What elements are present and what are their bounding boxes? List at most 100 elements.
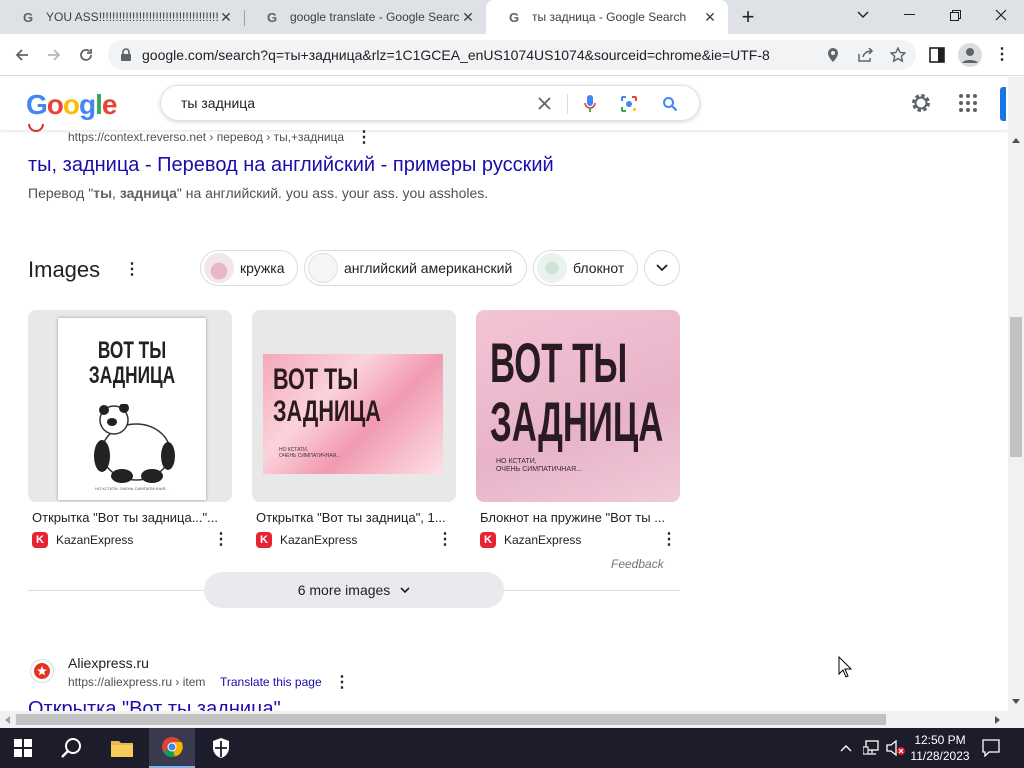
search-icon [61, 738, 81, 758]
notification-center-icon[interactable] [982, 739, 1000, 757]
close-tab-icon[interactable]: ✕ [702, 9, 718, 25]
google-favicon-icon: G [22, 9, 34, 25]
expand-chips-button[interactable] [644, 250, 680, 286]
kazanexpress-logo-icon: K [480, 532, 496, 548]
start-button[interactable] [0, 728, 46, 768]
image-result-2[interactable]: ВОТ ТЫ ЗАДНИЦА НО КСТАТИ, ОЧЕНЬ СИМПАТИЧНА… [252, 310, 456, 502]
side-panel-icon[interactable] [929, 47, 945, 63]
horizontal-scroll-thumb[interactable] [16, 714, 886, 725]
image-menu-icon[interactable]: ⋮ [437, 532, 453, 548]
chrome-icon [162, 737, 183, 757]
result-url[interactable]: https://aliexpress.ru › item [68, 675, 205, 689]
chip-thumbnail [204, 253, 234, 283]
vertical-scrollbar[interactable] [1008, 77, 1024, 711]
image-menu-icon[interactable]: ⋮ [213, 532, 229, 548]
image-menu-icon[interactable]: ⋮ [661, 532, 677, 548]
google-header: Google [0, 77, 1008, 130]
close-tab-icon[interactable]: ✕ [218, 9, 234, 25]
google-favicon-icon: G [266, 9, 278, 25]
scroll-right-icon [995, 716, 1000, 724]
image-source[interactable]: K KazanExpress [480, 532, 581, 548]
tab-2[interactable]: G google translate - Google Search ✕ [244, 0, 486, 34]
image-result-3[interactable]: ВОТ ТЫ ЗАДНИЦА НО КСТАТИ, ОЧЕНЬ СИМПАТИЧНА… [476, 310, 680, 502]
chrome-taskbar-button[interactable] [149, 728, 195, 768]
address-bar[interactable]: google.com/search?q=ты+задница&rlz=1C1GC… [108, 40, 916, 70]
result-title-link[interactable]: Открытка "Вот ты задница" [28, 698, 281, 711]
bookmark-star-icon[interactable] [890, 47, 906, 63]
feedback-link[interactable]: Feedback [611, 557, 664, 571]
more-images-button[interactable]: 6 more images [204, 572, 504, 608]
network-icon[interactable] [863, 740, 879, 756]
forward-button[interactable] [40, 41, 68, 69]
notebook-art-text: ВОТ ТЫ ЗАДНИЦА [490, 331, 664, 453]
chip-mug[interactable]: кружка [200, 250, 298, 286]
image-caption[interactable]: Открытка "Вот ты задница", 1... [256, 510, 456, 525]
result-title-link[interactable]: ты, задница - Перевод на английский - пр… [28, 154, 554, 177]
location-icon[interactable] [826, 47, 840, 63]
search-input[interactable] [181, 95, 501, 111]
google-apps-icon[interactable] [959, 94, 977, 112]
tab-title: YOU ASS!!!!!!!!!!!!!!!!!!!!!!!!!!!!!!!!!… [46, 10, 218, 24]
google-logo[interactable]: Google [26, 89, 117, 121]
show-hidden-icons-icon[interactable] [840, 744, 852, 752]
security-app-button[interactable] [198, 728, 244, 768]
windows-logo-icon [14, 739, 32, 757]
settings-gear-icon[interactable] [910, 92, 932, 114]
image-caption[interactable]: Блокнот на пружине "Вот ты ... [480, 510, 680, 525]
result-url[interactable]: https://context.reverso.net › перевод › … [68, 130, 344, 144]
chip-thumbnail [537, 253, 567, 283]
chip-notebook[interactable]: блокнот [533, 250, 638, 286]
sign-in-button-edge[interactable] [1000, 87, 1006, 121]
chrome-menu-icon[interactable]: ⋮ [994, 44, 1010, 66]
system-clock[interactable]: 12:50 PM 11/28/2023 [904, 732, 976, 764]
profile-avatar[interactable] [958, 43, 982, 67]
volume-muted-icon[interactable] [886, 740, 906, 756]
share-icon[interactable] [858, 48, 874, 62]
restore-button[interactable] [932, 0, 978, 30]
windows-taskbar: 12:50 PM 11/28/2023 [0, 728, 1024, 768]
person-icon [962, 48, 978, 63]
image-result-1[interactable]: ВОТ ТЫ ЗАДНИЦА НО КСТАТИ, ОЧЕНЬ СИМПАТИЧН… [28, 310, 232, 502]
browser-toolbar: google.com/search?q=ты+задница&rlz=1C1GC… [0, 34, 1024, 76]
result-menu-icon[interactable]: ⋮ [334, 675, 350, 691]
taskbar-search-button[interactable] [49, 728, 95, 768]
lock-icon [121, 48, 131, 61]
image-source[interactable]: K KazanExpress [256, 532, 357, 548]
close-window-button[interactable] [978, 0, 1024, 30]
clear-search-icon[interactable] [538, 97, 551, 110]
image-caption[interactable]: Открытка "Вот ты задница..."... [32, 510, 232, 525]
images-menu-icon[interactable]: ⋮ [124, 262, 140, 278]
translate-page-link[interactable]: Translate this page [220, 675, 322, 689]
new-tab-button[interactable]: + [736, 4, 760, 30]
result-site-name[interactable]: Aliexpress.ru [68, 655, 149, 671]
search-divider [567, 94, 568, 114]
aliexpress-favicon-icon [30, 659, 54, 683]
chevron-down-icon [400, 586, 410, 593]
vertical-scroll-thumb[interactable] [1010, 317, 1022, 457]
scroll-down-icon [1012, 699, 1020, 704]
chip-english-american[interactable]: английский американский [304, 250, 527, 286]
google-favicon-icon: G [508, 9, 520, 25]
minimize-button[interactable] [886, 0, 932, 30]
back-button[interactable] [8, 41, 36, 69]
postcard-art: ВОТ ТЫ ЗАДНИЦА НО КСТАТИ, ОЧЕНЬ СИМПАТИЧНА… [263, 354, 443, 474]
file-explorer-button[interactable] [99, 728, 145, 768]
horizontal-scrollbar[interactable] [0, 711, 1024, 728]
tab-strip: G YOU ASS!!!!!!!!!!!!!!!!!!!!!!!!!!!!!!!… [0, 0, 1024, 34]
reload-button[interactable] [72, 41, 100, 69]
tab-3-active[interactable]: G ты задница - Google Search ✕ [486, 0, 728, 34]
search-box [160, 85, 700, 121]
images-heading: Images [28, 257, 101, 282]
tab-title: ты задница - Google Search [532, 10, 687, 24]
close-tab-icon[interactable]: ✕ [460, 9, 476, 25]
tab-1[interactable]: G YOU ASS!!!!!!!!!!!!!!!!!!!!!!!!!!!!!!!… [0, 0, 244, 34]
lens-search-icon[interactable] [620, 95, 638, 113]
result-menu-icon[interactable]: ⋮ [356, 130, 372, 146]
voice-search-icon[interactable] [583, 94, 597, 114]
scroll-left-icon [5, 716, 10, 724]
search-icon[interactable] [662, 96, 678, 112]
panda-illustration [94, 404, 175, 483]
tab-search-icon[interactable] [840, 0, 886, 30]
tab-title: google translate - Google Search [290, 10, 460, 24]
image-source[interactable]: K KazanExpress [32, 532, 133, 548]
